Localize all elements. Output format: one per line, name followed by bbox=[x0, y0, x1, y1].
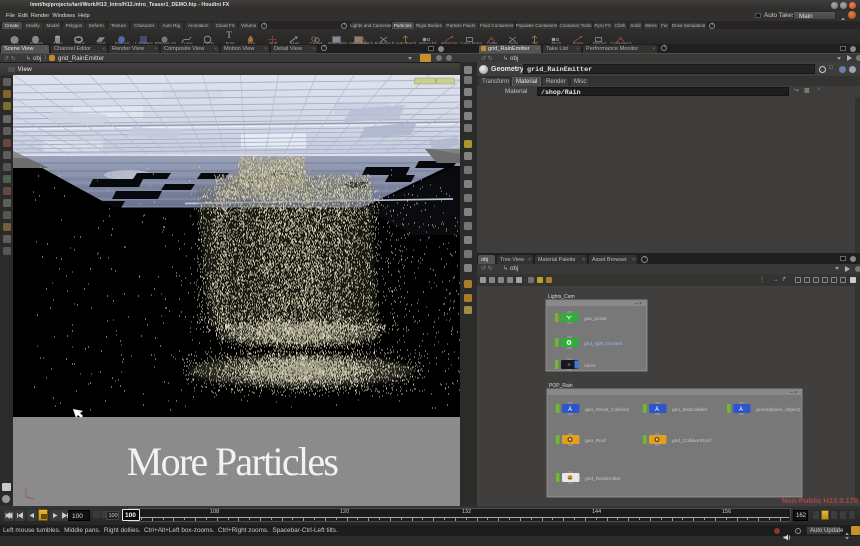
svg-text:grid_CollisionRoof: grid_CollisionRoof bbox=[672, 438, 712, 444]
svg-text:geo_Roof: geo_Roof bbox=[585, 438, 606, 444]
svg-text:grid_light_borders: grid_light_borders bbox=[584, 341, 623, 347]
svg-text:geo_Ghost_Collision: geo_Ghost_Collision bbox=[585, 407, 630, 413]
svg-text:geo_BedCollider: geo_BedCollider bbox=[672, 407, 708, 413]
svg-text:gas_portal: gas_portal bbox=[584, 316, 606, 322]
svg-text:POP_Rain: POP_Rain bbox=[549, 383, 573, 389]
svg-text:groundplane_object1: groundplane_object1 bbox=[756, 407, 801, 413]
svg-text:– ×: – × bbox=[790, 390, 797, 396]
svg-text:More Particles: More Particles bbox=[127, 439, 339, 484]
svg-text:– ×: – × bbox=[635, 301, 642, 307]
svg-text:cam1: cam1 bbox=[584, 363, 596, 369]
svg-text:Lights_Cam: Lights_Cam bbox=[548, 294, 575, 300]
svg-text:grid_RainEmitter: grid_RainEmitter bbox=[585, 476, 621, 482]
